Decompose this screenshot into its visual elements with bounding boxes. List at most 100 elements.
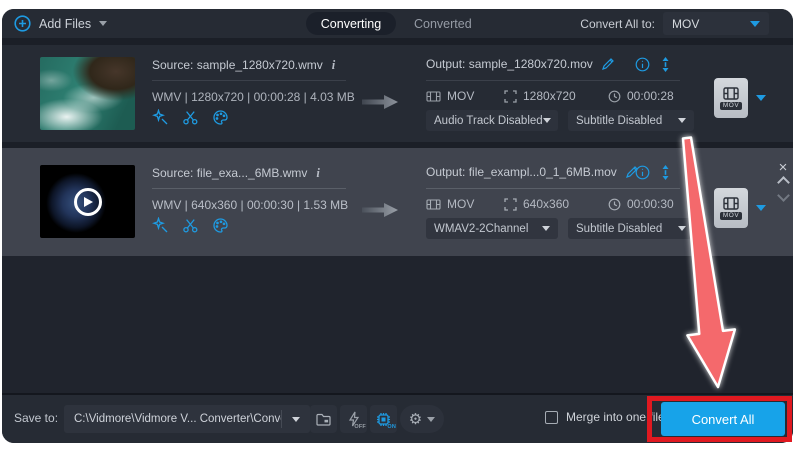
format-value: MOV bbox=[447, 197, 474, 211]
close-icon[interactable]: × bbox=[779, 161, 788, 174]
source-filename: Source: sample_1280x720.wmv bbox=[152, 58, 323, 72]
chevron-down-icon[interactable] bbox=[756, 205, 766, 211]
output-format-select[interactable]: MOV bbox=[663, 12, 769, 35]
transfer-arrow-icon bbox=[362, 93, 398, 111]
chevron-down-icon bbox=[99, 21, 107, 26]
gpu-acceleration-button[interactable]: ON bbox=[370, 405, 397, 433]
chevron-down-icon[interactable] bbox=[777, 189, 790, 202]
expand-icon bbox=[504, 198, 517, 211]
format-field: MOV bbox=[426, 89, 474, 103]
output-filename: Output: file_exampl...0_1_6MB.mov bbox=[426, 165, 617, 179]
play-icon[interactable] bbox=[74, 188, 102, 216]
subtitle-value: Subtitle Disabled bbox=[576, 223, 662, 235]
output-meta: MOV 640x360 00:00:30 bbox=[426, 197, 680, 212]
source-line: Source: sample_1280x720.wmv i bbox=[152, 58, 335, 73]
save-path-select[interactable]: C:\Vidmore\Vidmore V... Converter\Conver… bbox=[64, 405, 310, 433]
output-line: Output: file_exampl...0_1_6MB.mov bbox=[426, 165, 639, 179]
chevron-down-icon[interactable] bbox=[756, 95, 766, 101]
video-thumbnail[interactable] bbox=[40, 57, 135, 130]
film-icon bbox=[426, 91, 441, 102]
palette-icon[interactable] bbox=[212, 217, 229, 234]
chevron-up-icon[interactable] bbox=[777, 176, 790, 189]
format-badge: MOV bbox=[720, 102, 742, 110]
lightning-state-label: OFF bbox=[354, 424, 366, 430]
scissors-icon[interactable] bbox=[182, 217, 199, 234]
source-filename: Source: file_exa..._6MB.wmv bbox=[152, 166, 307, 180]
resolution-value: 640x360 bbox=[523, 197, 569, 211]
add-files-button[interactable]: Add Files bbox=[14, 13, 107, 34]
save-to-label: Save to: bbox=[14, 411, 58, 425]
source-meta: WMV | 1280x720 | 00:00:28 | 4.03 MB bbox=[152, 90, 355, 104]
magic-wand-icon[interactable] bbox=[152, 217, 169, 234]
info-icon[interactable]: i bbox=[316, 166, 319, 181]
add-files-label: Add Files bbox=[39, 17, 91, 31]
duration-field: 00:00:30 bbox=[608, 197, 674, 211]
subtitle-value: Subtitle Disabled bbox=[576, 115, 662, 127]
convert-all-to-label: Convert All to: bbox=[572, 9, 655, 38]
tab-converting[interactable]: Converting bbox=[306, 12, 396, 35]
pencil-icon[interactable] bbox=[601, 57, 615, 71]
format-field: MOV bbox=[426, 197, 474, 211]
film-icon bbox=[723, 197, 739, 210]
hardware-acceleration-button[interactable]: OFF bbox=[340, 405, 367, 433]
output-actions bbox=[635, 57, 672, 72]
audio-track-value: WMAV2-2Channel bbox=[434, 223, 528, 235]
resolution-field: 1280x720 bbox=[504, 89, 576, 103]
output-line: Output: sample_1280x720.mov bbox=[426, 57, 615, 71]
row-controls: × bbox=[774, 161, 792, 200]
clock-icon bbox=[608, 90, 621, 103]
tab-converted-label: Converted bbox=[414, 17, 472, 31]
output-actions bbox=[635, 165, 672, 180]
up-down-arrows-icon[interactable] bbox=[659, 165, 672, 180]
format-badge: MOV bbox=[720, 212, 742, 220]
tab-converted[interactable]: Converted bbox=[414, 12, 472, 35]
top-toolbar: Add Files Converting Converted Convert A… bbox=[2, 9, 793, 38]
chip-state-label: ON bbox=[387, 424, 396, 430]
audio-track-value: Audio Track Disabled bbox=[434, 115, 543, 127]
edit-tools bbox=[152, 109, 229, 126]
palette-icon[interactable] bbox=[212, 109, 229, 126]
duration-field: 00:00:28 bbox=[608, 89, 674, 103]
output-meta: MOV 1280x720 00:00:28 bbox=[426, 89, 680, 104]
source-meta: WMV | 640x360 | 00:00:30 | 1.53 MB bbox=[152, 198, 348, 212]
open-folder-button[interactable] bbox=[310, 405, 337, 433]
divider bbox=[426, 188, 680, 189]
format-value: MOV bbox=[447, 89, 474, 103]
edit-tools bbox=[152, 217, 229, 234]
magic-wand-icon[interactable] bbox=[152, 109, 169, 126]
audio-track-select[interactable]: WMAV2-2Channel bbox=[426, 218, 558, 239]
chevron-down-icon[interactable] bbox=[282, 417, 310, 422]
subtitle-select[interactable]: Subtitle Disabled bbox=[568, 218, 694, 239]
merge-checkbox[interactable] bbox=[545, 411, 558, 424]
info-icon[interactable]: i bbox=[332, 58, 335, 73]
resolution-field: 640x360 bbox=[504, 197, 569, 211]
subtitle-select[interactable]: Subtitle Disabled bbox=[568, 110, 694, 131]
file-row[interactable]: Source: file_exa..._6MB.wmv i WMV | 640x… bbox=[2, 148, 793, 256]
chevron-down-icon bbox=[678, 226, 686, 231]
output-format-button[interactable]: MOV bbox=[714, 78, 748, 118]
clock-icon bbox=[608, 198, 621, 211]
audio-track-select[interactable]: Audio Track Disabled bbox=[426, 110, 558, 131]
up-down-arrows-icon[interactable] bbox=[659, 57, 672, 72]
chevron-down-icon bbox=[678, 118, 686, 123]
duration-value: 00:00:30 bbox=[627, 197, 674, 211]
film-icon bbox=[426, 199, 441, 210]
output-format-value: MOV bbox=[672, 17, 699, 31]
duration-value: 00:00:28 bbox=[627, 89, 674, 103]
plus-circle-icon bbox=[14, 15, 31, 32]
tab-converting-label: Converting bbox=[321, 17, 381, 31]
file-row[interactable]: Source: sample_1280x720.wmv i WMV | 1280… bbox=[2, 45, 793, 142]
info-circle-icon[interactable] bbox=[635, 57, 650, 72]
save-path-value: C:\Vidmore\Vidmore V... Converter\Conver… bbox=[64, 413, 281, 425]
video-thumbnail[interactable] bbox=[40, 165, 135, 238]
chevron-down-icon bbox=[543, 118, 551, 123]
gear-icon: ⚙ bbox=[409, 412, 422, 427]
settings-button[interactable]: ⚙ bbox=[400, 405, 444, 433]
play-triangle bbox=[84, 197, 93, 207]
folder-icon bbox=[316, 413, 331, 426]
track-dropdowns: WMAV2-2Channel Subtitle Disabled bbox=[426, 218, 694, 239]
scissors-icon[interactable] bbox=[182, 109, 199, 126]
output-format-button[interactable]: MOV bbox=[714, 188, 748, 228]
output-filename: Output: sample_1280x720.mov bbox=[426, 57, 593, 71]
info-circle-icon[interactable] bbox=[635, 165, 650, 180]
